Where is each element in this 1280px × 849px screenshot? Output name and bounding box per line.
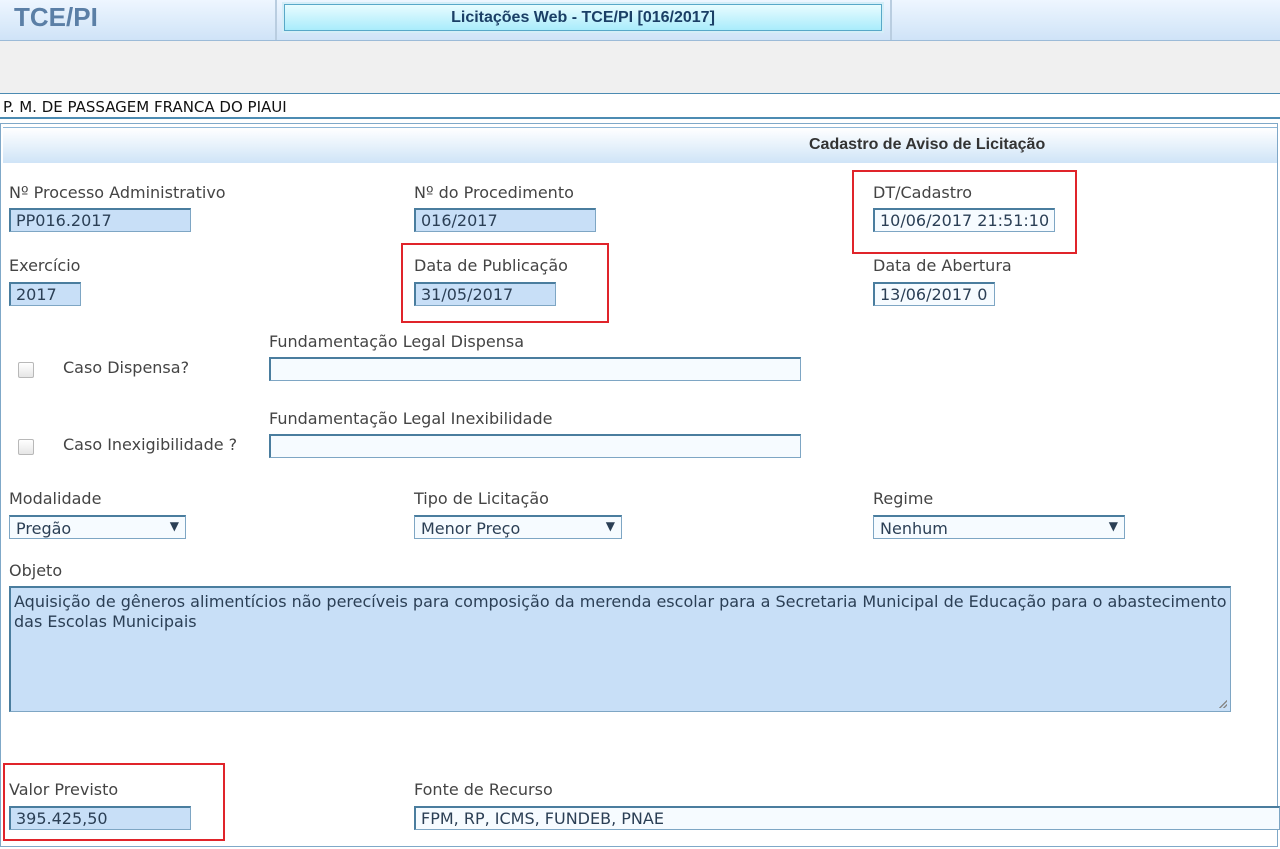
regime-value: Nenhum [880, 519, 948, 538]
highlight-box-valor-previsto [3, 763, 225, 841]
fund-legal-inexigibilidade-input[interactable] [269, 434, 801, 458]
regime-select[interactable]: Nenhum ▼ [873, 515, 1125, 539]
form-panel [0, 123, 1278, 847]
caso-inexigibilidade-label: Caso Inexigibilidade ? [63, 435, 238, 454]
modalidade-select[interactable]: Pregão ▼ [9, 515, 186, 539]
highlight-box-dt-cadastro [852, 170, 1077, 254]
procedimento-input[interactable]: 016/2017 [414, 208, 596, 232]
tipo-licitacao-value: Menor Preço [421, 519, 521, 538]
caso-dispensa-checkbox[interactable] [18, 362, 34, 378]
processo-adm-input[interactable]: PP016.2017 [9, 208, 191, 232]
tipo-licitacao-select[interactable]: Menor Preço ▼ [414, 515, 622, 539]
procedimento-label: Nº do Procedimento [414, 183, 574, 202]
fund-legal-dispensa-label: Fundamentação Legal Dispensa [269, 332, 525, 351]
regime-label: Regime [873, 489, 934, 508]
highlight-box-data-publicacao [401, 243, 609, 323]
chevron-down-icon: ▼ [1108, 519, 1118, 533]
section-title: Cadastro de Aviso de Licitação [809, 136, 1046, 153]
modalidade-value: Pregão [16, 519, 72, 538]
logo: TCE/PI [14, 2, 98, 32]
modalidade-label: Modalidade [9, 489, 102, 508]
exercicio-label: Exercício [9, 256, 81, 275]
organization-name: P. M. DE PASSAGEM FRANCA DO PIAUI [0, 93, 1280, 119]
fund-legal-inexigibilidade-label: Fundamentação Legal Inexibilidade [269, 409, 553, 428]
tipo-licitacao-label: Tipo de Licitação [414, 489, 549, 508]
fonte-recurso-label: Fonte de Recurso [414, 780, 553, 799]
exercicio-input[interactable]: 2017 [9, 282, 81, 306]
data-abertura-input[interactable]: 13/06/2017 0 [873, 282, 995, 306]
data-abertura-label: Data de Abertura [873, 256, 1012, 275]
objeto-label: Objeto [9, 561, 63, 580]
chevron-down-icon: ▼ [169, 519, 179, 533]
section-header [3, 127, 1277, 163]
app-title: Licitações Web - TCE/PI [016/2017] [284, 4, 882, 31]
top-separator [890, 0, 892, 40]
fonte-recurso-input[interactable]: FPM, RP, ICMS, FUNDEB, PNAE [414, 806, 1280, 830]
resize-grip-icon[interactable] [1219, 700, 1227, 708]
toolbar-band [0, 41, 1280, 93]
top-separator [275, 0, 277, 40]
caso-dispensa-label: Caso Dispensa? [63, 358, 190, 377]
fund-legal-dispensa-input[interactable] [269, 357, 801, 381]
objeto-text: Aquisição de gêneros alimentícios não pe… [14, 592, 1227, 631]
objeto-textarea[interactable]: Aquisição de gêneros alimentícios não pe… [9, 586, 1231, 712]
caso-inexigibilidade-checkbox[interactable] [18, 439, 34, 455]
processo-adm-label: Nº Processo Administrativo [9, 183, 226, 202]
chevron-down-icon: ▼ [605, 519, 615, 533]
